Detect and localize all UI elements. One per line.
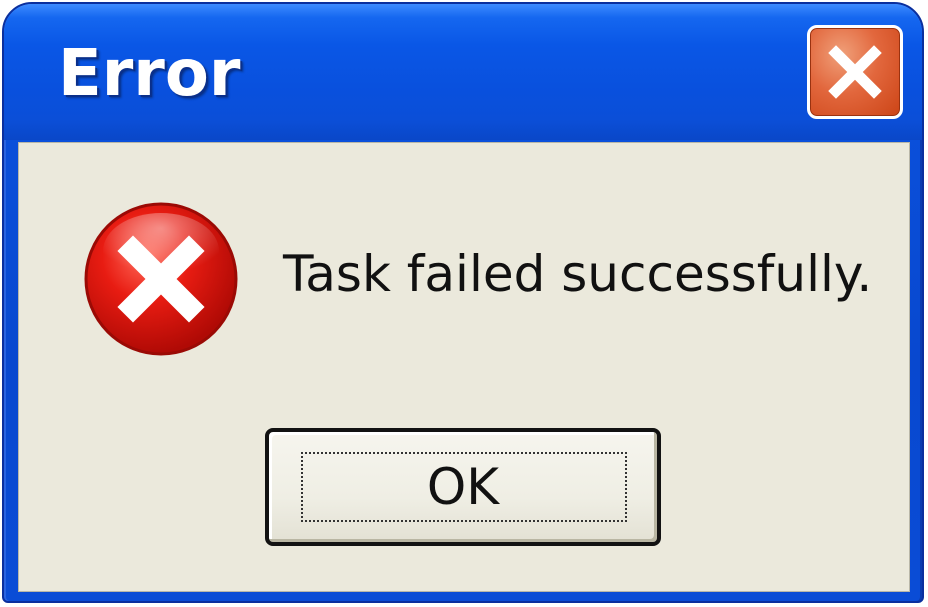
error-icon — [84, 202, 238, 356]
close-button[interactable] — [807, 25, 903, 119]
dialog-body: Task failed successfully. OK — [18, 142, 910, 592]
title-bar[interactable]: Error — [4, 4, 922, 140]
ok-button[interactable]: OK — [265, 428, 661, 546]
error-message: Task failed successfully. — [283, 245, 873, 303]
close-icon — [828, 45, 882, 99]
error-dialog: Error Task failed successfully. OK — [2, 2, 924, 603]
ok-button-label: OK — [426, 458, 500, 516]
dialog-title: Error — [58, 37, 241, 111]
